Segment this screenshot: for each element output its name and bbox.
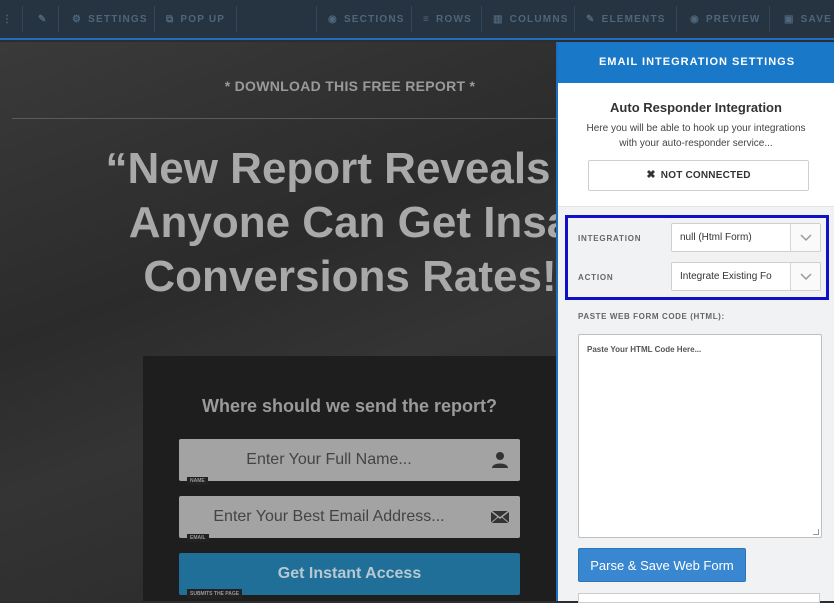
headline-line-2: Anyone Can Get Insa <box>128 198 556 247</box>
toolbar-columns-label: COLUMNS <box>509 13 569 25</box>
toolbar-settings-button[interactable]: ⚙ SETTINGS <box>72 0 148 38</box>
toolbar-divider <box>316 6 317 32</box>
toolbar-popup-label: POP UP <box>180 13 226 25</box>
save-icon: ▣ <box>784 13 795 25</box>
close-icon: ✖ <box>646 169 656 181</box>
toolbar-divider <box>154 6 155 32</box>
email-integration-panel: EMAIL INTEGRATION SETTINGS Auto Responde… <box>556 42 834 603</box>
envelope-icon <box>490 510 510 524</box>
toolbar-rows-label: ROWS <box>436 13 472 25</box>
toolbar-elements-button[interactable]: ✎ ELEMENTS <box>586 0 666 38</box>
headline-line-3: Conversions Rates! <box>143 252 556 301</box>
toolbar-elements-label: ELEMENTS <box>601 13 666 25</box>
gear-icon: ⚙ <box>72 13 83 25</box>
toolbar-preview-label: PREVIEW <box>705 13 761 25</box>
toolbar-divider <box>769 6 770 32</box>
optin-question: Where should we send the report? <box>201 396 498 416</box>
sections-icon: ◉ <box>328 13 338 25</box>
toolbar-divider <box>481 6 482 32</box>
toolbar-divider <box>58 6 59 32</box>
toolbar-divider <box>411 6 412 32</box>
autoresponder-description: Here you will be able to hook up your in… <box>586 123 806 149</box>
submit-tag: SUBMITS THE PAGE <box>187 589 243 599</box>
columns-icon: ▥ <box>493 13 504 25</box>
toolbar-save-label: SAVE <box>800 13 832 25</box>
menu-handle-icon[interactable]: ⋮ <box>2 0 19 38</box>
chevron-down-icon <box>790 224 820 251</box>
get-instant-access-button[interactable]: Get Instant Access SUBMITS THE PAGE <box>179 553 520 599</box>
html-code-textarea[interactable]: Paste Your HTML Code Here... <box>578 334 822 538</box>
pencil-icon: ✎ <box>586 13 596 25</box>
page-canvas: * DOWNLOAD THIS FREE REPORT * “New Repor… <box>0 42 556 601</box>
headline: “New Report Reveals H Anyone Can Get Ins… <box>0 142 556 304</box>
integration-select[interactable]: null (Html Form) <box>671 223 821 252</box>
popup-icon: ⧉ <box>166 13 175 25</box>
email-placeholder: Enter Your Best Email Address... <box>213 508 445 525</box>
toolbar-divider <box>574 6 575 32</box>
panel-title: EMAIL INTEGRATION SETTINGS <box>558 42 834 83</box>
email-field[interactable]: Enter Your Best Email Address... EMAIL <box>179 496 520 542</box>
toolbar-divider <box>676 6 677 32</box>
optin-box: Where should we send the report? Enter Y… <box>143 356 556 601</box>
not-connected-label: NOT CONNECTED <box>660 170 751 181</box>
pin-button[interactable]: ✎ <box>38 0 54 38</box>
pin-icon: ✎ <box>38 13 48 25</box>
get-instant-access-label: Get Instant Access <box>277 565 422 582</box>
textarea-placeholder: Paste Your HTML Code Here... <box>587 345 702 354</box>
paste-code-label: PASTE WEB FORM CODE (HTML): <box>578 312 725 321</box>
toolbar-divider <box>22 6 23 32</box>
toolbar-settings-label: SETTINGS <box>88 13 148 25</box>
autoresponder-heading: Auto Responder Integration <box>610 100 782 115</box>
toolbar-divider <box>236 6 237 32</box>
chevron-down-icon <box>790 263 820 290</box>
download-label: * DOWNLOAD THIS FREE REPORT * <box>224 78 476 94</box>
toolbar-sections-button[interactable]: ◉ SECTIONS <box>328 0 405 38</box>
top-toolbar: ⋮ ✎ ⚙ SETTINGS ⧉ POP UP ◉ SECTIONS ≡ ROW… <box>0 0 834 40</box>
rows-icon: ≡ <box>423 13 431 25</box>
toolbar-columns-button[interactable]: ▥ COLUMNS <box>493 0 569 38</box>
integration-select-value: null (Html Form) <box>680 232 752 243</box>
resize-handle-icon[interactable] <box>813 529 819 535</box>
not-connected-button[interactable]: ✖ NOT CONNECTED <box>588 160 809 191</box>
toolbar-preview-button[interactable]: ◉ PREVIEW <box>690 0 760 38</box>
headline-line-1: “New Report Reveals H <box>105 144 556 193</box>
eye-icon: ◉ <box>690 13 700 25</box>
action-select-value: Integrate Existing Fo <box>680 271 772 282</box>
name-field[interactable]: Enter Your Full Name... NAME <box>179 439 520 485</box>
divider-line <box>12 118 556 119</box>
user-icon <box>492 452 508 468</box>
action-select[interactable]: Integrate Existing Fo <box>671 262 821 291</box>
toolbar-save-button[interactable]: ▣ SAVE <box>784 0 832 38</box>
toolbar-rows-button[interactable]: ≡ ROWS <box>423 0 472 38</box>
parse-save-button[interactable]: Parse & Save Web Form <box>578 548 746 582</box>
toolbar-sections-label: SECTIONS <box>343 13 405 25</box>
toolbar-popup-button[interactable]: ⧉ POP UP <box>166 0 225 38</box>
next-field[interactable] <box>578 593 820 603</box>
email-field-tag: EMAIL <box>187 534 209 542</box>
integration-label: INTEGRATION <box>578 234 642 243</box>
name-placeholder: Enter Your Full Name... <box>246 451 412 468</box>
action-label: ACTION <box>578 273 614 282</box>
autoresponder-section: Auto Responder Integration Here you will… <box>558 83 834 207</box>
name-field-tag: NAME <box>187 477 208 485</box>
